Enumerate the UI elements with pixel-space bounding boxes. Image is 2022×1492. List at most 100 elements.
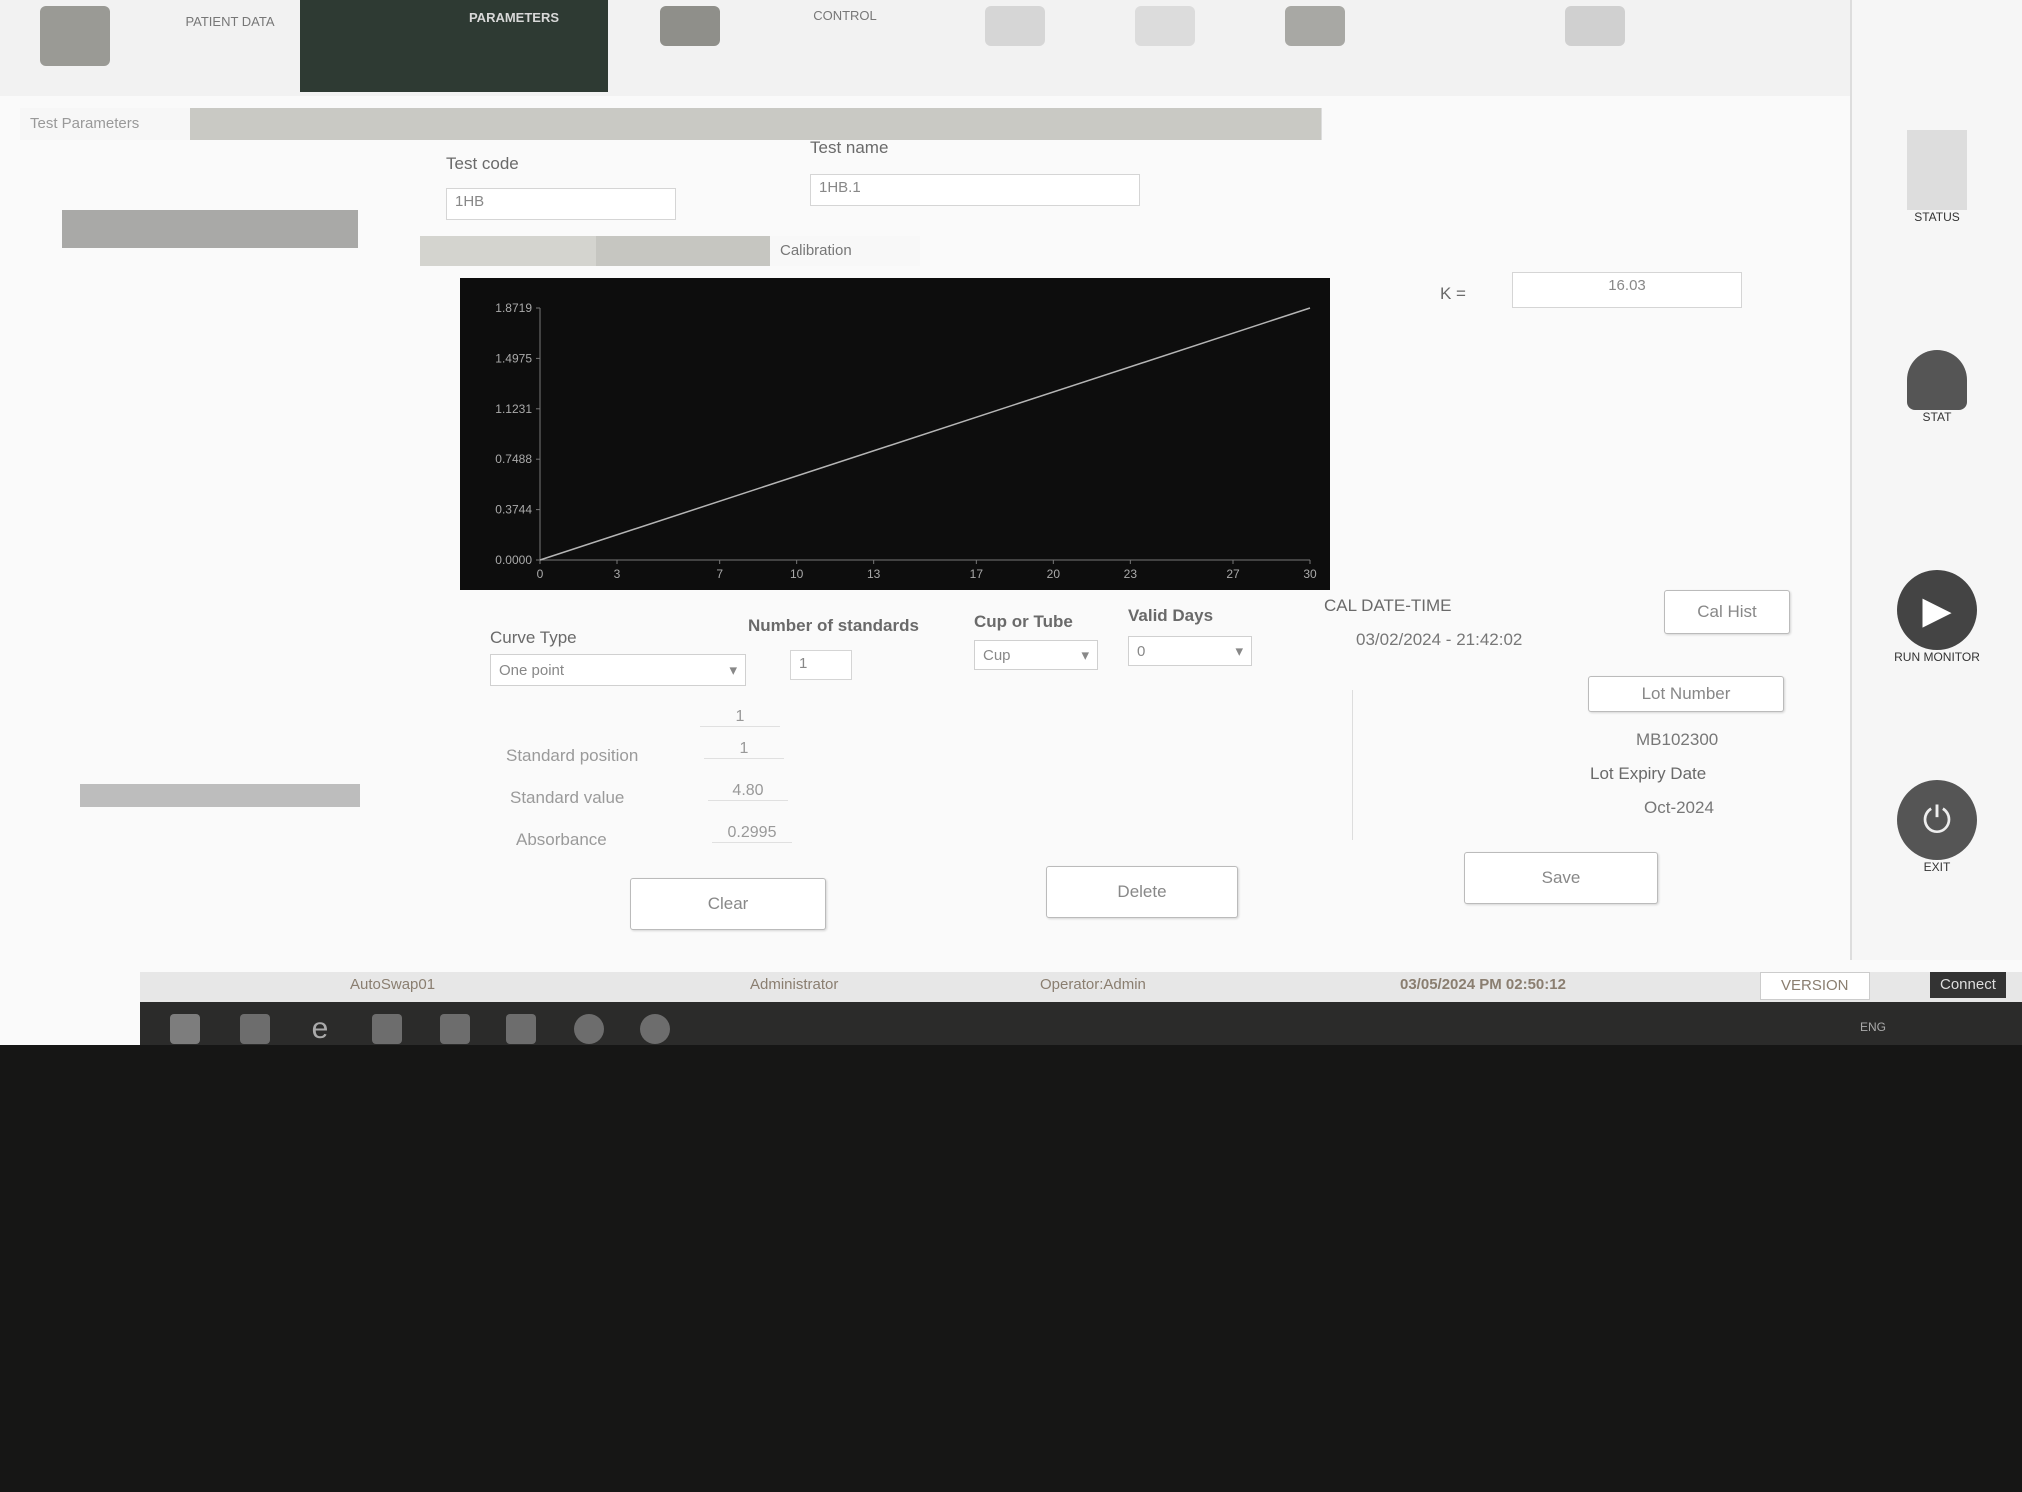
- chevron-down-icon: ▾: [729, 662, 737, 679]
- language-indicator[interactable]: ENG: [1860, 1020, 1886, 1034]
- test-list-item[interactable]: [80, 646, 360, 669]
- test-list-item[interactable]: [80, 393, 360, 416]
- test-list-item[interactable]: [80, 485, 360, 508]
- search-icon[interactable]: [640, 1014, 670, 1044]
- test-list-item[interactable]: [80, 830, 360, 853]
- test-list-item[interactable]: [80, 600, 360, 623]
- toolbar-control-button[interactable]: CONTROL: [770, 0, 920, 94]
- subtab-2[interactable]: [596, 236, 780, 266]
- test-list-item[interactable]: [80, 738, 360, 761]
- tab-2[interactable]: [190, 108, 426, 140]
- toolbar-home-button[interactable]: [0, 0, 150, 86]
- toolbar-settings-button[interactable]: [1520, 0, 1670, 86]
- k-field[interactable]: 16.03: [1512, 272, 1742, 308]
- windows-start-icon[interactable]: [170, 1014, 200, 1044]
- x-tick-label: 10: [790, 567, 804, 581]
- status-button[interactable]: STATUS: [1882, 130, 1992, 224]
- absorbance-label: Absorbance: [516, 830, 607, 849]
- test-list-item[interactable]: [80, 416, 360, 439]
- calibration-chart: 0.0000 0.3744 0.7488 1.1231 1.4975 1.8719 0 3 7 1…: [460, 278, 1330, 590]
- reagent-icon: [985, 6, 1045, 46]
- test-list-item[interactable]: [80, 922, 360, 945]
- test-list-item[interactable]: [80, 462, 360, 485]
- save-button[interactable]: Save: [1464, 852, 1658, 904]
- stat-button[interactable]: STAT: [1882, 350, 1992, 424]
- test-list-item[interactable]: [80, 439, 360, 462]
- toolbar-tool-button[interactable]: [630, 0, 750, 86]
- test-list-item[interactable]: [80, 577, 360, 600]
- task-view-icon[interactable]: [240, 1014, 270, 1044]
- connect-button[interactable]: Connect: [1930, 972, 2006, 998]
- lot-number-value: MB102300: [1636, 730, 1719, 749]
- test-list[interactable]: [80, 278, 360, 968]
- tab-7[interactable]: [875, 108, 1016, 140]
- num-standards-field[interactable]: 1: [790, 650, 852, 680]
- test-list-item[interactable]: [80, 669, 360, 692]
- toolbar-reagent-button[interactable]: [940, 0, 1090, 86]
- test-list-item[interactable]: [80, 784, 360, 807]
- x-tick-label: 17: [970, 567, 984, 581]
- test-list-item[interactable]: [80, 508, 360, 531]
- status-user: Administrator: [750, 976, 839, 993]
- test-list-item[interactable]: [80, 347, 360, 370]
- lot-expiry-value: Oct-2024: [1644, 798, 1714, 817]
- test-list-item[interactable]: [80, 692, 360, 715]
- tab-6[interactable]: [762, 108, 893, 140]
- x-tick-label: 3: [614, 567, 621, 581]
- toolbar-patient-data-button[interactable]: PATIENT DATA: [160, 0, 300, 100]
- test-list-item[interactable]: [80, 899, 360, 922]
- exit-button[interactable]: ⏻ EXIT: [1882, 780, 1992, 874]
- parameter-tabs: Test Parameters: [0, 108, 1322, 148]
- cup-tube-label: Cup or Tube: [974, 612, 1073, 631]
- cup-tube-select[interactable]: Cup ▾: [974, 640, 1098, 670]
- test-list-item[interactable]: [80, 301, 360, 324]
- toolbar-maintenance-button[interactable]: [1240, 0, 1390, 86]
- y-tick-label: 0.7488: [495, 452, 532, 466]
- test-list-item[interactable]: [80, 715, 360, 738]
- test-list-item[interactable]: [80, 876, 360, 899]
- valid-days-select[interactable]: 0 ▾: [1128, 636, 1252, 666]
- toolbar-parameters-button[interactable]: PARAMETERS: [300, 0, 608, 92]
- test-list-header: [62, 210, 358, 248]
- standard-value-value[interactable]: 4.80: [708, 782, 788, 801]
- test-list-item[interactable]: [80, 853, 360, 876]
- test-list-item[interactable]: [80, 623, 360, 646]
- test-code-field[interactable]: 1HB: [446, 188, 676, 220]
- curve-type-select[interactable]: One point ▾: [490, 654, 746, 686]
- delete-button[interactable]: Delete: [1046, 866, 1238, 918]
- app-icon-2[interactable]: [506, 1014, 536, 1044]
- k-label: K =: [1440, 284, 1466, 303]
- test-list-item[interactable]: [80, 324, 360, 347]
- tab-9[interactable]: [1161, 108, 1322, 140]
- test-list-item[interactable]: [80, 531, 360, 554]
- test-list-item[interactable]: [80, 278, 360, 301]
- toolbar-control-label: CONTROL: [813, 8, 877, 23]
- subtab-calibration[interactable]: Calibration: [770, 236, 920, 266]
- clear-button[interactable]: Clear: [630, 878, 826, 930]
- app-icon-3[interactable]: [574, 1014, 604, 1044]
- edge-browser-icon[interactable]: e: [305, 1014, 335, 1044]
- subtab-1[interactable]: [420, 236, 612, 266]
- test-list-item[interactable]: [80, 554, 360, 577]
- test-list-item[interactable]: [80, 761, 360, 784]
- x-tick-label: 23: [1124, 567, 1138, 581]
- standard-position-value[interactable]: 1: [704, 740, 784, 759]
- test-list-item[interactable]: [80, 807, 360, 830]
- exit-label: EXIT: [1923, 860, 1951, 874]
- tab-3[interactable]: [408, 108, 594, 140]
- cup-tube-value: Cup: [983, 646, 1011, 664]
- file-explorer-icon[interactable]: [372, 1014, 402, 1044]
- test-list-item[interactable]: [80, 370, 360, 393]
- status-icon: [1907, 130, 1967, 210]
- test-name-field[interactable]: 1HB.1: [810, 174, 1140, 206]
- run-monitor-button[interactable]: ▶ RUN MONITOR: [1882, 570, 1992, 664]
- version-button[interactable]: VERSION: [1760, 972, 1870, 1000]
- app-icon-1[interactable]: [440, 1014, 470, 1044]
- toolbar-calibration-button[interactable]: [1100, 0, 1230, 86]
- tab-test-parameters[interactable]: Test Parameters: [20, 108, 201, 140]
- lot-number-button[interactable]: Lot Number: [1588, 676, 1784, 712]
- cal-hist-button[interactable]: Cal Hist: [1664, 590, 1790, 634]
- tab-8[interactable]: [998, 108, 1179, 140]
- taskbar: e ENG: [140, 1002, 2022, 1045]
- main-toolbar: PATIENT DATA PARAMETERS CONTROL: [0, 0, 1850, 96]
